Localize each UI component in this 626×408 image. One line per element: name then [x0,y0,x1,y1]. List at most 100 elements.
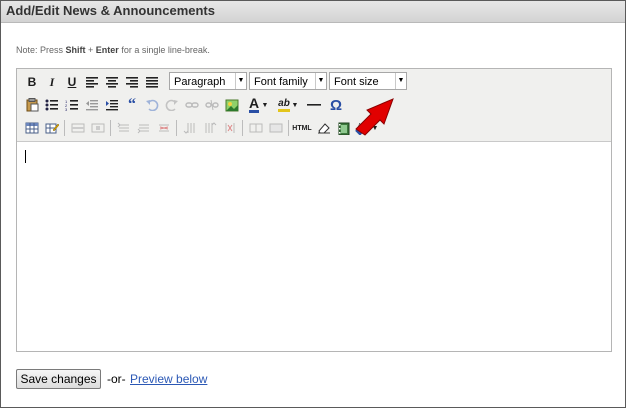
format-select[interactable]: Paragraph ▼ [169,72,247,90]
note-suffix: for a single line-break. [118,45,210,55]
chevron-down-icon: ▼ [315,73,326,89]
paste-icon [26,98,39,112]
bold-button[interactable]: B [23,73,41,91]
eraser-icon [318,123,330,134]
note-key-shift: Shift [65,45,86,55]
delete-column-button[interactable] [221,119,239,137]
table-icon [25,122,39,134]
horizontal-rule-icon [307,104,321,106]
panel-header: Add/Edit News & Announcements [1,1,625,23]
align-left-button[interactable] [83,73,101,91]
italic-button[interactable]: I [43,73,61,91]
delete-column-icon [225,123,235,133]
insert-media-button[interactable] [335,119,353,137]
news-editor-panel: Add/Edit News & Announcements Note: Pres… [0,0,626,408]
note-prefix: Note: Press [16,45,66,55]
insert-row-before-icon [117,122,129,132]
page-title: Add/Edit News & Announcements [6,3,215,18]
editor-toolbar: B I U Paragraph ▼ Font family ▼ Font siz… [17,69,611,142]
redo-icon [165,99,178,111]
cell-properties-icon [91,123,105,133]
edit-table-icon [45,123,59,134]
insert-column-after-icon [205,122,217,133]
underline-button[interactable]: U [63,73,81,91]
row-properties-icon [71,123,85,133]
undo-icon [146,99,159,111]
link-icon [185,102,199,108]
font-family-select-value: Font family [254,76,308,88]
font-family-select[interactable]: Font family ▼ [249,72,327,90]
text-caret [25,150,26,163]
row-properties-button[interactable] [69,119,87,137]
insert-row-after-button[interactable] [135,119,153,137]
align-left-icon [86,77,98,88]
align-justify-icon [146,77,158,88]
blockquote-button[interactable]: “ [123,96,141,114]
highlight-icon: ab [278,98,290,112]
split-cells-button[interactable] [247,119,265,137]
unlink-button[interactable] [203,96,221,114]
rich-text-editor: B I U Paragraph ▼ Font family ▼ Font siz… [16,68,612,352]
toolbar-separator [288,120,289,136]
align-right-icon [126,77,138,88]
or-separator: -or- [107,372,126,386]
align-center-icon [106,77,118,88]
table-properties-button[interactable] [43,119,61,137]
outdent-icon [86,100,98,111]
format-select-value: Paragraph [174,76,226,88]
split-cells-icon [249,123,263,133]
red-arrow-annotation-icon [355,98,394,136]
merge-cells-button[interactable] [267,119,285,137]
delete-row-button[interactable] [155,119,173,137]
horizontal-rule-button[interactable] [305,96,323,114]
numbered-list-icon: 123 [65,99,78,111]
editor-content-area[interactable] [17,142,611,351]
toolbar-separator [110,120,111,136]
bullet-list-button[interactable] [43,96,61,114]
note-key-enter: Enter [95,45,119,55]
film-icon [338,122,350,135]
align-right-button[interactable] [123,73,141,91]
remove-format-button[interactable] [315,119,333,137]
chevron-down-icon: ▼ [395,73,406,89]
insert-column-before-button[interactable] [181,119,199,137]
toolbar-separator [64,120,65,136]
svg-text:3: 3 [65,107,68,111]
numbered-list-button[interactable]: 123 [63,96,81,114]
insert-row-after-icon [137,124,149,134]
align-justify-button[interactable] [143,73,161,91]
bullet-list-icon [45,99,58,111]
delete-row-icon [159,124,169,132]
font-size-select-value: Font size [334,76,379,88]
indent-button[interactable] [103,96,121,114]
link-button[interactable] [183,96,201,114]
insert-table-button[interactable] [23,119,41,137]
insert-column-before-icon [183,123,195,134]
toolbar-separator [176,120,177,136]
chevron-down-icon: ▼ [235,73,246,89]
save-changes-button[interactable]: Save changes [16,369,101,389]
html-source-button[interactable]: HTML [291,119,313,137]
insert-row-before-button[interactable] [115,119,133,137]
font-color-icon: A [248,95,260,113]
special-character-button[interactable]: Ω [327,96,345,114]
cell-properties-button[interactable] [89,119,107,137]
indent-icon [106,100,118,111]
align-center-button[interactable] [103,73,121,91]
merge-cells-icon [269,123,283,133]
font-size-select[interactable]: Font size ▼ [329,72,407,90]
redo-button[interactable] [163,96,181,114]
unlink-icon [205,99,219,111]
undo-button[interactable] [143,96,161,114]
preview-below-link[interactable]: Preview below [130,372,207,386]
paste-button[interactable] [23,96,41,114]
toolbar-separator [242,120,243,136]
insert-image-button[interactable] [223,96,241,114]
outdent-button[interactable] [83,96,101,114]
line-break-note: Note: Press Shift + Enter for a single l… [16,45,210,55]
highlight-color-dropdown[interactable]: ▼ [291,96,299,114]
image-icon [225,99,239,111]
note-plus: + [85,45,96,55]
font-color-dropdown[interactable]: ▼ [261,96,269,114]
insert-column-after-button[interactable] [201,119,219,137]
